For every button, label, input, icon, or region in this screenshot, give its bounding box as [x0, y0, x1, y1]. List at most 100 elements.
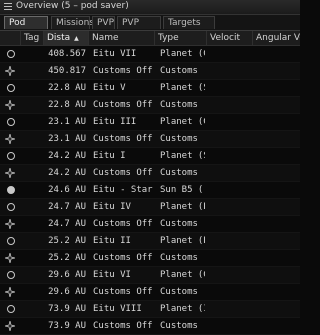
distance-cell: 24.7 AU: [48, 202, 86, 212]
distance-cell: 23.1 AU: [48, 117, 86, 127]
distance-cell: 73.9 AU: [48, 304, 86, 314]
distance-cell: 22.8 AU: [48, 100, 86, 110]
name-cell: Customs Offic: [93, 287, 153, 297]
column-name-header[interactable]: Name: [89, 31, 155, 45]
tab-pvp[interactable]: PVP: [92, 16, 115, 29]
type-cell: Planet (G: [160, 49, 205, 59]
table-row[interactable]: 23.1 AU Eitu III Planet (G: [0, 114, 300, 131]
name-cell: Eitu - Star: [93, 185, 153, 195]
type-cell: Planet (G: [160, 117, 205, 127]
table-row[interactable]: 73.9 AU Eitu VIII Planet (Ic: [0, 301, 300, 318]
type-cell: Customs: [160, 66, 198, 76]
column-distance-header[interactable]: Dista ▲: [44, 31, 89, 45]
name-cell: Eitu V: [93, 83, 126, 93]
column-angular-velocity-header[interactable]: Angular Velocit: [253, 31, 300, 45]
type-cell: Customs: [160, 219, 198, 229]
name-cell: Eitu VII: [93, 49, 137, 59]
table-row[interactable]: 29.6 AU Eitu VI Planet (G: [0, 267, 300, 284]
type-cell: Planet (St: [160, 83, 205, 93]
planet-circle-icon: [0, 199, 24, 215]
table-row[interactable]: 408.567 Eitu VII Planet (G: [0, 46, 300, 63]
table-row[interactable]: 22.8 AU Customs Offic Customs: [0, 97, 300, 114]
table-row[interactable]: 29.6 AU Customs Offic Customs: [0, 284, 300, 301]
name-cell: Eitu VIII: [93, 304, 142, 314]
distance-cell: 29.6 AU: [48, 270, 86, 280]
type-cell: Sun B5 (: [160, 185, 204, 195]
table-row[interactable]: 24.7 AU Customs Offic Customs: [0, 216, 300, 233]
table-row[interactable]: 25.2 AU Eitu II Planet (B: [0, 233, 300, 250]
name-cell: Customs Offic: [93, 100, 153, 110]
column-distance-label: Dista: [47, 33, 71, 43]
column-velocity-header[interactable]: Velocit: [207, 31, 253, 45]
type-cell: Planet (B: [160, 202, 205, 212]
distance-cell: 25.2 AU: [48, 253, 86, 263]
distance-cell: 24.6 AU: [48, 185, 86, 195]
tab-pvp-travel[interactable]: PVP Travel: [117, 16, 161, 41]
name-cell: Eitu IV: [93, 202, 131, 212]
distance-cell: 25.2 AU: [48, 236, 86, 246]
distance-cell: 24.7 AU: [48, 219, 86, 229]
customs-office-icon: [0, 216, 24, 232]
distance-cell: 450.817: [48, 66, 86, 76]
type-cell: Planet (Ic: [160, 304, 205, 314]
column-icon-header[interactable]: [0, 31, 21, 45]
window-titlebar[interactable]: Overview (5 – pod saver): [0, 0, 300, 15]
overview-table: 408.567 Eitu VII Planet (G 450.817 Customs O…: [0, 46, 300, 335]
sun-icon: [0, 182, 24, 198]
customs-office-icon: [0, 318, 24, 334]
planet-circle-icon: [0, 267, 24, 283]
type-cell: Customs: [160, 134, 198, 144]
table-row[interactable]: 24.2 AU Eitu I Planet (St: [0, 148, 300, 165]
table-row[interactable]: 24.7 AU Eitu IV Planet (B: [0, 199, 300, 216]
tab-bar: Pod Saver Missions PVP PVP Travel Target…: [0, 15, 300, 41]
table-row[interactable]: 73.9 AU Customs Offic Customs: [0, 318, 300, 335]
name-cell: Eitu VI: [93, 270, 131, 280]
sort-ascending-icon: ▲: [74, 35, 79, 42]
type-cell: Customs: [160, 100, 198, 110]
name-cell: Customs Offic: [93, 321, 153, 331]
customs-office-icon: [0, 165, 24, 181]
distance-cell: 73.9 AU: [48, 321, 86, 331]
distance-cell: 24.2 AU: [48, 151, 86, 161]
column-type-header[interactable]: Type: [155, 31, 207, 45]
table-header: Tag Dista▲ Name Type Velocit Angular Vel…: [0, 31, 300, 46]
menu-icon[interactable]: [4, 3, 12, 11]
customs-office-icon: [0, 250, 24, 266]
column-tag-header[interactable]: Tag: [21, 31, 44, 45]
distance-cell: 24.2 AU: [48, 168, 86, 178]
table-row[interactable]: 24.6 AU Eitu - Star Sun B5 (: [0, 182, 300, 199]
customs-office-icon: [0, 131, 24, 147]
planet-circle-icon: [0, 301, 24, 317]
name-cell: Customs Offic: [93, 66, 153, 76]
type-cell: Planet (B: [160, 236, 205, 246]
planet-circle-icon: [0, 80, 24, 96]
type-cell: Customs: [160, 168, 198, 178]
type-cell: Planet (St: [160, 151, 205, 161]
name-cell: Customs Offic: [93, 253, 153, 263]
name-cell: Eitu II: [93, 236, 131, 246]
customs-office-icon: [0, 97, 24, 113]
table-row[interactable]: 25.2 AU Customs Offic Customs: [0, 250, 300, 267]
tab-pod-saver[interactable]: Pod Saver: [4, 16, 48, 41]
window-title: Overview (5 – pod saver): [16, 1, 129, 11]
tab-missions[interactable]: Missions: [51, 16, 94, 29]
name-cell: Customs Offic: [93, 168, 153, 178]
name-cell: Eitu I: [93, 151, 126, 161]
planet-circle-icon: [0, 114, 24, 130]
customs-office-icon: [0, 284, 24, 300]
name-cell: Customs Offic: [93, 219, 153, 229]
planet-circle-icon: [0, 148, 24, 164]
distance-cell: 408.567: [48, 49, 86, 59]
name-cell: Customs Offic: [93, 134, 153, 144]
table-row[interactable]: 22.8 AU Eitu V Planet (St: [0, 80, 300, 97]
table-row[interactable]: 23.1 AU Customs Offic Customs: [0, 131, 300, 148]
distance-cell: 22.8 AU: [48, 83, 86, 93]
distance-cell: 29.6 AU: [48, 287, 86, 297]
distance-cell: 23.1 AU: [48, 134, 86, 144]
table-row[interactable]: 24.2 AU Customs Offic Customs: [0, 165, 300, 182]
planet-circle-icon: [0, 233, 24, 249]
type-cell: Customs: [160, 321, 198, 331]
tab-targets-only[interactable]: Targets Only: [163, 16, 215, 41]
planet-circle-icon: [0, 46, 24, 62]
table-row[interactable]: 450.817 Customs Offic Customs: [0, 63, 300, 80]
